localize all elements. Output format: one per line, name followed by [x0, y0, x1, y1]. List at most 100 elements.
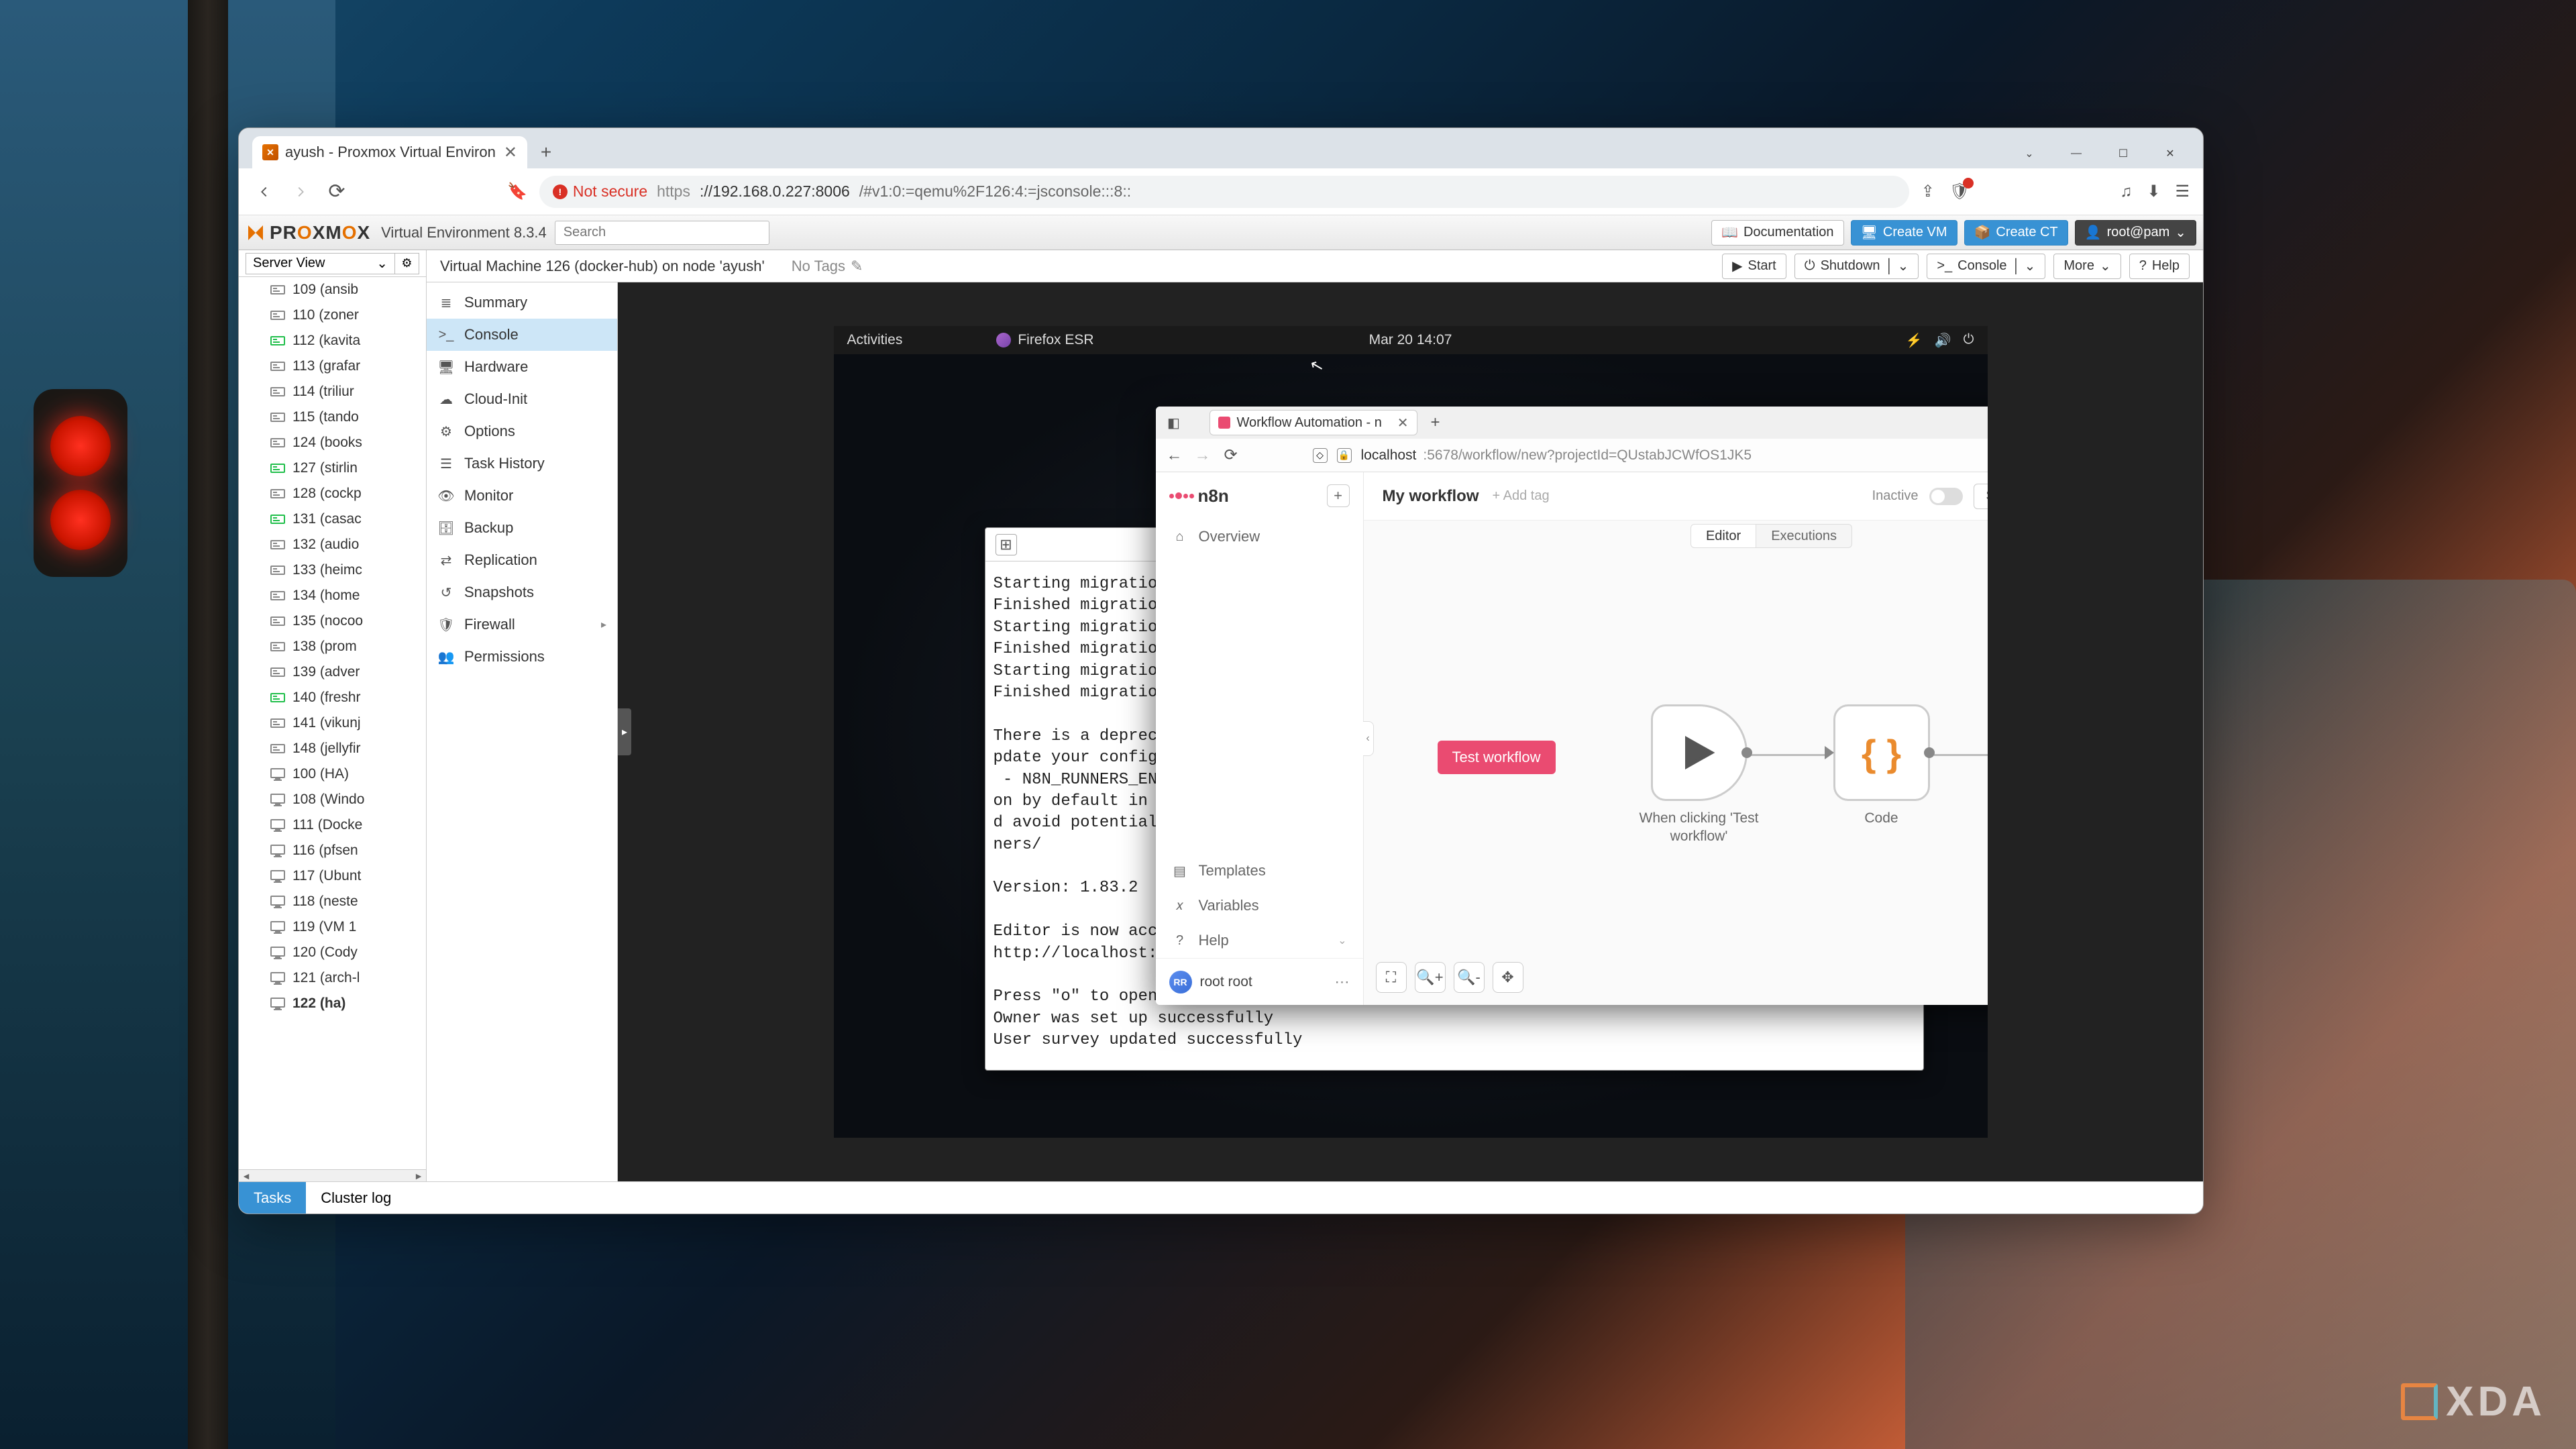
- tree-item-131[interactable]: 131 (casac: [239, 506, 426, 532]
- expand-submenu-button[interactable]: ▸: [618, 708, 631, 755]
- user-menu[interactable]: RR root root ⋯: [1156, 958, 1363, 1005]
- search-input[interactable]: [555, 221, 769, 245]
- tree-item-122[interactable]: 122 (ha): [239, 991, 426, 1016]
- share-icon[interactable]: ⇪: [1921, 182, 1935, 201]
- vm-screen[interactable]: Activities Firefox ESR Mar 20 14:07 ⚡ 🔊 …: [834, 326, 1988, 1138]
- back-button[interactable]: [252, 180, 276, 204]
- tasks-tab[interactable]: Tasks: [239, 1182, 306, 1214]
- tree-item-141[interactable]: 141 (vikunj: [239, 710, 426, 736]
- n8n-forward-button[interactable]: →: [1193, 446, 1212, 465]
- submenu-cloud-init[interactable]: ☁Cloud-Init: [427, 383, 617, 415]
- resource-tree[interactable]: 109 (ansib110 (zoner112 (kavita113 (graf…: [239, 277, 426, 1169]
- start-button[interactable]: ▶ Start: [1722, 254, 1786, 279]
- executions-tab[interactable]: Executions: [1756, 524, 1852, 548]
- add-project-button[interactable]: +: [1327, 484, 1350, 507]
- test-workflow-button[interactable]: Test workflow: [1438, 741, 1556, 774]
- help-button[interactable]: ? Help: [2129, 254, 2190, 279]
- submenu-firewall[interactable]: 🛡Firewall▸: [427, 608, 617, 641]
- tree-item-139[interactable]: 139 (adver: [239, 659, 426, 685]
- nav-templates[interactable]: ▤Templates: [1156, 853, 1363, 888]
- nav-variables[interactable]: 𝑥Variables: [1156, 888, 1363, 923]
- maximize-button[interactable]: ☐: [2114, 144, 2133, 163]
- tree-item-118[interactable]: 118 (neste: [239, 889, 426, 914]
- tree-item-112[interactable]: 112 (kavita: [239, 328, 426, 354]
- submenu-monitor[interactable]: 👁Monitor: [427, 480, 617, 512]
- reload-button[interactable]: ⟳: [325, 180, 349, 204]
- tree-item-138[interactable]: 138 (prom: [239, 634, 426, 659]
- submenu-backup[interactable]: 🗄Backup: [427, 512, 617, 544]
- browser-tab[interactable]: ✕ ayush - Proxmox Virtual Environ ✕: [252, 136, 527, 168]
- tree-item-100[interactable]: 100 (HA): [239, 761, 426, 787]
- tree-item-108[interactable]: 108 (Windo: [239, 787, 426, 812]
- n8n-tab-close[interactable]: ✕: [1397, 415, 1409, 431]
- sidepanel-icon[interactable]: ◧: [1164, 413, 1184, 433]
- tree-item-127[interactable]: 127 (stirlin: [239, 455, 426, 481]
- url-input[interactable]: ! Not secure https://192.168.0.227:8006/…: [539, 176, 1909, 208]
- code-node[interactable]: { } Code: [1833, 704, 1930, 827]
- tree-item-135[interactable]: 135 (nocoo: [239, 608, 426, 634]
- fit-view-button[interactable]: ⛶: [1376, 962, 1407, 993]
- new-tab-button[interactable]: +: [533, 139, 559, 166]
- tree-item-128[interactable]: 128 (cockp: [239, 481, 426, 506]
- tree-item-109[interactable]: 109 (ansib: [239, 277, 426, 303]
- tab-close-button[interactable]: ✕: [504, 143, 517, 162]
- submenu-options[interactable]: ⚙Options: [427, 415, 617, 447]
- tree-item-121[interactable]: 121 (arch-l: [239, 965, 426, 991]
- editor-tab[interactable]: Editor: [1690, 524, 1756, 548]
- brave-shield-icon[interactable]: 🛡: [1949, 182, 1970, 201]
- create-vm-button[interactable]: 🖥 Create VM: [1851, 220, 1957, 246]
- network-icon[interactable]: ⚡: [1906, 332, 1923, 349]
- tree-item-134[interactable]: 134 (home: [239, 583, 426, 608]
- submenu-replication[interactable]: ⇄Replication: [427, 544, 617, 576]
- user-menu-button[interactable]: 👤 root@pam ⌄: [2075, 220, 2196, 246]
- bookmark-icon[interactable]: 🔖: [507, 182, 527, 201]
- tree-item-148[interactable]: 148 (jellyfir: [239, 736, 426, 761]
- user-more-icon[interactable]: ⋯: [1335, 973, 1350, 991]
- tree-item-119[interactable]: 119 (VM 1: [239, 914, 426, 940]
- activate-toggle[interactable]: [1929, 488, 1963, 505]
- tree-item-115[interactable]: 115 (tando: [239, 405, 426, 430]
- zoom-out-button[interactable]: 🔍-: [1454, 962, 1485, 993]
- share-button[interactable]: Share: [1974, 484, 1988, 509]
- cluster-log-tab[interactable]: Cluster log: [306, 1182, 406, 1214]
- tree-item-133[interactable]: 133 (heimc: [239, 557, 426, 583]
- downloads-icon[interactable]: ⬇: [2147, 182, 2160, 201]
- submenu-hardware[interactable]: 🖥Hardware: [427, 351, 617, 383]
- more-button[interactable]: More ⌄: [2053, 254, 2121, 279]
- workflow-canvas[interactable]: + Test workflow When: [1364, 551, 1988, 1005]
- tree-scrollbar[interactable]: ◄►: [239, 1169, 426, 1181]
- volume-icon[interactable]: 🔊: [1935, 332, 1951, 349]
- n8n-url-input[interactable]: localhost:5678/workflow/new?projectId=QU…: [1361, 443, 1988, 468]
- n8n-back-button[interactable]: ←: [1165, 446, 1184, 465]
- tree-item-114[interactable]: 114 (triliur: [239, 379, 426, 405]
- activities-button[interactable]: Activities: [847, 332, 903, 348]
- submenu-console[interactable]: >_Console: [427, 319, 617, 351]
- gnome-clock[interactable]: Mar 20 14:07: [1369, 332, 1452, 348]
- view-selector[interactable]: Server View⌄: [246, 253, 395, 274]
- shield-icon[interactable]: ◇: [1313, 448, 1328, 463]
- no-tags-label[interactable]: No Tags ✎: [792, 258, 863, 275]
- submenu-snapshots[interactable]: ↺Snapshots: [427, 576, 617, 608]
- power-icon[interactable]: ⏻: [1964, 332, 1974, 349]
- lock-icon[interactable]: 🔒: [1337, 448, 1352, 463]
- console-button[interactable]: >_ Console │ ⌄: [1927, 254, 2045, 279]
- n8n-new-tab-button[interactable]: +: [1424, 411, 1447, 434]
- tree-item-113[interactable]: 113 (grafar: [239, 354, 426, 379]
- n8n-reload-button[interactable]: ⟳: [1222, 445, 1240, 465]
- nav-help[interactable]: ?Help⌄: [1156, 923, 1363, 958]
- zoom-in-button[interactable]: 🔍+: [1415, 962, 1446, 993]
- forward-button[interactable]: [288, 180, 313, 204]
- sidebar-settings-button[interactable]: ⚙: [395, 253, 419, 274]
- submenu-permissions[interactable]: 👥Permissions: [427, 641, 617, 673]
- tree-item-116[interactable]: 116 (pfsen: [239, 838, 426, 863]
- n8n-browser-tab[interactable]: Workflow Automation - n ✕: [1210, 410, 1417, 435]
- menu-icon[interactable]: ☰: [2175, 182, 2190, 201]
- tree-item-111[interactable]: 111 (Docke: [239, 812, 426, 838]
- tree-item-124[interactable]: 124 (books: [239, 430, 426, 455]
- firefox-indicator[interactable]: Firefox ESR: [996, 332, 1093, 348]
- tree-item-132[interactable]: 132 (audio: [239, 532, 426, 557]
- terminal-new-tab[interactable]: ⊞: [996, 534, 1017, 555]
- workflow-name[interactable]: My workflow: [1383, 487, 1479, 506]
- trigger-node[interactable]: When clicking 'Test workflow': [1632, 704, 1766, 846]
- submenu-summary[interactable]: ≣Summary: [427, 286, 617, 319]
